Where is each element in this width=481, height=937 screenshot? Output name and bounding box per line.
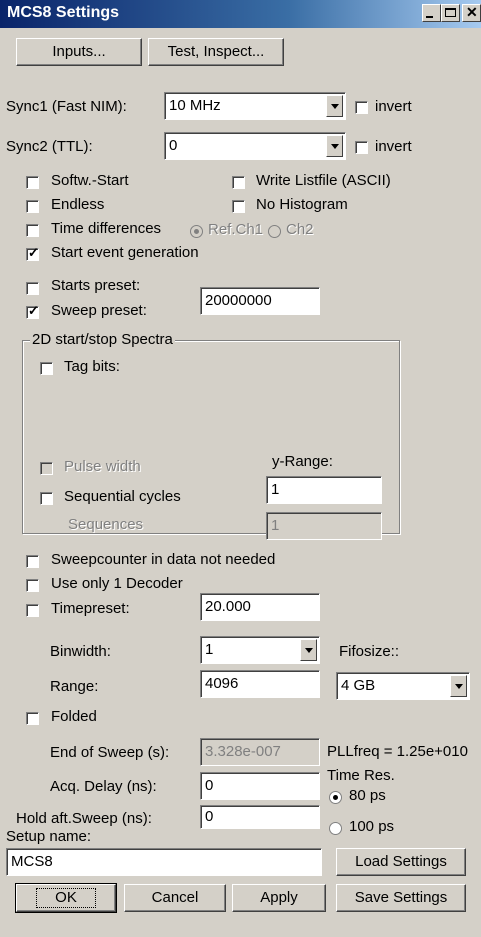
pulse-width-label: Pulse width xyxy=(64,458,141,475)
sync2-value: 0 xyxy=(169,137,178,154)
setup-name-label: Setup name: xyxy=(6,828,92,845)
ch2-label: Ch2 xyxy=(286,221,314,238)
y-range-label: y-Range: xyxy=(272,453,333,470)
sync1-invert-checkbox[interactable] xyxy=(355,101,368,114)
time-differences-label: Time differences xyxy=(51,220,162,237)
write-listfile-label: Write Listfile (ASCII) xyxy=(256,172,391,189)
sync1-invert-label: invert xyxy=(375,98,412,115)
close-button[interactable]: ✕ xyxy=(462,4,481,22)
window-title: MCS8 Settings xyxy=(7,4,120,21)
time-differences-checkbox[interactable] xyxy=(26,224,39,237)
cancel-button[interactable]: Cancel xyxy=(124,884,226,912)
no-histogram-label: No Histogram xyxy=(256,196,348,213)
softw-start-checkbox[interactable] xyxy=(26,176,39,189)
folded-checkbox[interactable] xyxy=(26,712,39,725)
hold-after-input[interactable]: 0 xyxy=(200,805,320,829)
sweepcounter-checkbox[interactable] xyxy=(26,555,39,568)
no-histogram-checkbox[interactable] xyxy=(232,200,245,213)
ch2-radio[interactable] xyxy=(268,225,281,238)
sync2-label: Sync2 (TTL): xyxy=(6,138,93,155)
res-100-radio[interactable] xyxy=(329,822,342,835)
range-input[interactable]: 4096 xyxy=(200,670,320,698)
chevron-down-icon[interactable] xyxy=(326,135,343,157)
res-80-radio[interactable] xyxy=(329,791,342,804)
start-event-label: Start event generation xyxy=(51,244,199,261)
maximize-icon xyxy=(445,8,456,17)
sweep-preset-label: Sweep preset: xyxy=(51,302,147,319)
fifosize-label: Fifosize:: xyxy=(339,643,400,660)
title-bar[interactable]: MCS8 Settings ✕ xyxy=(0,0,481,28)
sequential-cycles-label: Sequential cycles xyxy=(64,488,181,505)
sweep-preset-checkbox[interactable]: ✓ xyxy=(26,303,39,319)
softw-start-label: Softw.-Start xyxy=(51,172,129,189)
setup-name-input[interactable]: MCS8 xyxy=(6,848,322,876)
chevron-down-icon[interactable] xyxy=(326,95,343,117)
hold-after-label: Hold aft.Sweep (ns): xyxy=(16,810,152,827)
save-settings-button[interactable]: Save Settings xyxy=(336,884,466,912)
pllfreq-label: PLLfreq = 1.25e+010 xyxy=(327,743,468,760)
chevron-down-icon[interactable] xyxy=(450,675,467,697)
timepreset-input[interactable]: 20.000 xyxy=(200,593,320,621)
write-listfile-checkbox[interactable] xyxy=(232,176,245,189)
minimize-button[interactable] xyxy=(422,4,441,22)
apply-button[interactable]: Apply xyxy=(232,884,326,912)
ref-ch1-label: Ref.Ch1 xyxy=(208,221,264,238)
tag-bits-checkbox[interactable] xyxy=(40,362,53,375)
folded-label: Folded xyxy=(51,708,97,725)
ref-ch1-radio[interactable] xyxy=(190,225,203,238)
binwidth-value: 1 xyxy=(205,641,214,658)
check-icon: ✓ xyxy=(28,303,39,318)
chevron-down-icon[interactable] xyxy=(300,639,317,661)
test-inspect-button[interactable]: Test, Inspect... xyxy=(148,38,284,66)
maximize-button[interactable] xyxy=(441,4,460,22)
inputs-button[interactable]: Inputs... xyxy=(16,38,142,66)
check-icon: ✓ xyxy=(28,245,39,260)
y-range-input[interactable]: 1 xyxy=(266,476,382,504)
sweep-preset-input[interactable]: 20000000 xyxy=(200,287,320,315)
ok-button[interactable]: OK xyxy=(15,883,117,913)
tag-bits-label: Tag bits: xyxy=(64,358,120,375)
sync2-invert-checkbox[interactable] xyxy=(355,141,368,154)
starts-preset-checkbox[interactable] xyxy=(26,282,39,295)
res-100-label: 100 ps xyxy=(349,818,395,835)
load-settings-button[interactable]: Load Settings xyxy=(336,848,466,876)
sequential-cycles-checkbox[interactable] xyxy=(40,492,53,505)
binwidth-label: Binwidth: xyxy=(50,643,111,660)
end-of-sweep-input[interactable]: 3.328e-007 xyxy=(200,738,320,766)
fifosize-value: 4 GB xyxy=(341,677,376,694)
close-icon: ✕ xyxy=(466,4,478,20)
pulse-width-checkbox[interactable] xyxy=(40,462,53,475)
binwidth-select[interactable]: 1 xyxy=(200,636,320,664)
ok-label: OK xyxy=(36,888,96,908)
minimize-icon xyxy=(426,16,433,18)
acq-delay-input[interactable]: 0 xyxy=(200,772,320,800)
timepreset-checkbox[interactable] xyxy=(26,604,39,617)
range-label: Range: xyxy=(50,678,99,695)
res-80-label: 80 ps xyxy=(349,787,386,804)
acq-delay-label: Acq. Delay (ns): xyxy=(50,778,157,795)
fifosize-select[interactable]: 4 GB xyxy=(336,672,470,700)
time-res-label: Time Res. xyxy=(327,767,395,784)
sync1-select[interactable]: 10 MHz xyxy=(164,92,346,120)
end-of-sweep-label: End of Sweep (s): xyxy=(50,744,170,761)
sync2-select[interactable]: 0 xyxy=(164,132,346,160)
sweepcounter-label: Sweepcounter in data not needed xyxy=(51,551,276,568)
endless-label: Endless xyxy=(51,196,105,213)
sync1-value: 10 MHz xyxy=(169,97,221,114)
starts-preset-label: Starts preset: xyxy=(51,277,141,294)
sync1-label: Sync1 (Fast NIM): xyxy=(6,98,127,115)
timepreset-label: Timepreset: xyxy=(51,600,130,617)
spectra-group-title: 2D start/stop Spectra xyxy=(30,331,175,348)
sequences-label: Sequences xyxy=(68,516,144,533)
sequences-input[interactable]: 1 xyxy=(266,512,382,540)
one-decoder-checkbox[interactable] xyxy=(26,579,39,592)
endless-checkbox[interactable] xyxy=(26,200,39,213)
start-event-checkbox[interactable]: ✓ xyxy=(26,245,39,261)
one-decoder-label: Use only 1 Decoder xyxy=(51,575,183,592)
sync2-invert-label: invert xyxy=(375,138,412,155)
